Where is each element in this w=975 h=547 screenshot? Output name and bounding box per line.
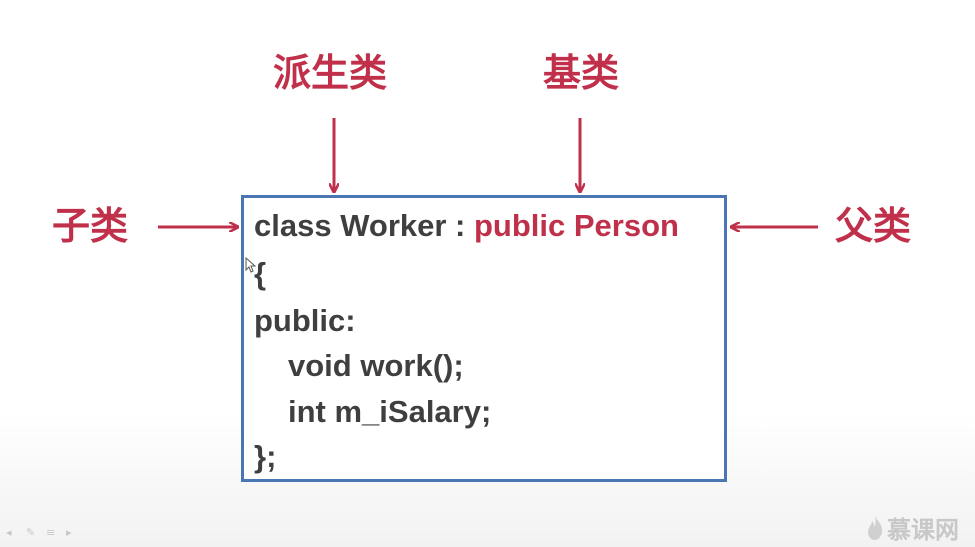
menu-icon[interactable]: ≡ [46, 527, 60, 538]
watermark: 慕课网 [866, 510, 959, 545]
code-inheritance: public Person [473, 208, 679, 243]
watermark-text: 慕课网 [887, 517, 959, 544]
mouse-cursor-icon [245, 257, 257, 273]
pen-icon[interactable]: ✎ [26, 527, 40, 538]
flame-logo-icon [868, 515, 883, 540]
code-box: class Worker : public Person { public: v… [241, 195, 727, 482]
next-icon[interactable]: ▸ [66, 527, 80, 538]
prev-icon[interactable]: ◂ [6, 527, 20, 538]
code-line-public: public: [254, 303, 356, 338]
code-line-method: void work(); [288, 348, 464, 383]
code-line-close-brace: }; [254, 439, 277, 474]
code-line-member: int m_iSalary; [288, 394, 492, 429]
code-class-name: class Worker : [254, 208, 474, 243]
slide-toolbar[interactable]: ◂ ✎ ≡ ▸ [6, 527, 80, 538]
code-line-class-declaration: class Worker : public Person [254, 210, 679, 241]
